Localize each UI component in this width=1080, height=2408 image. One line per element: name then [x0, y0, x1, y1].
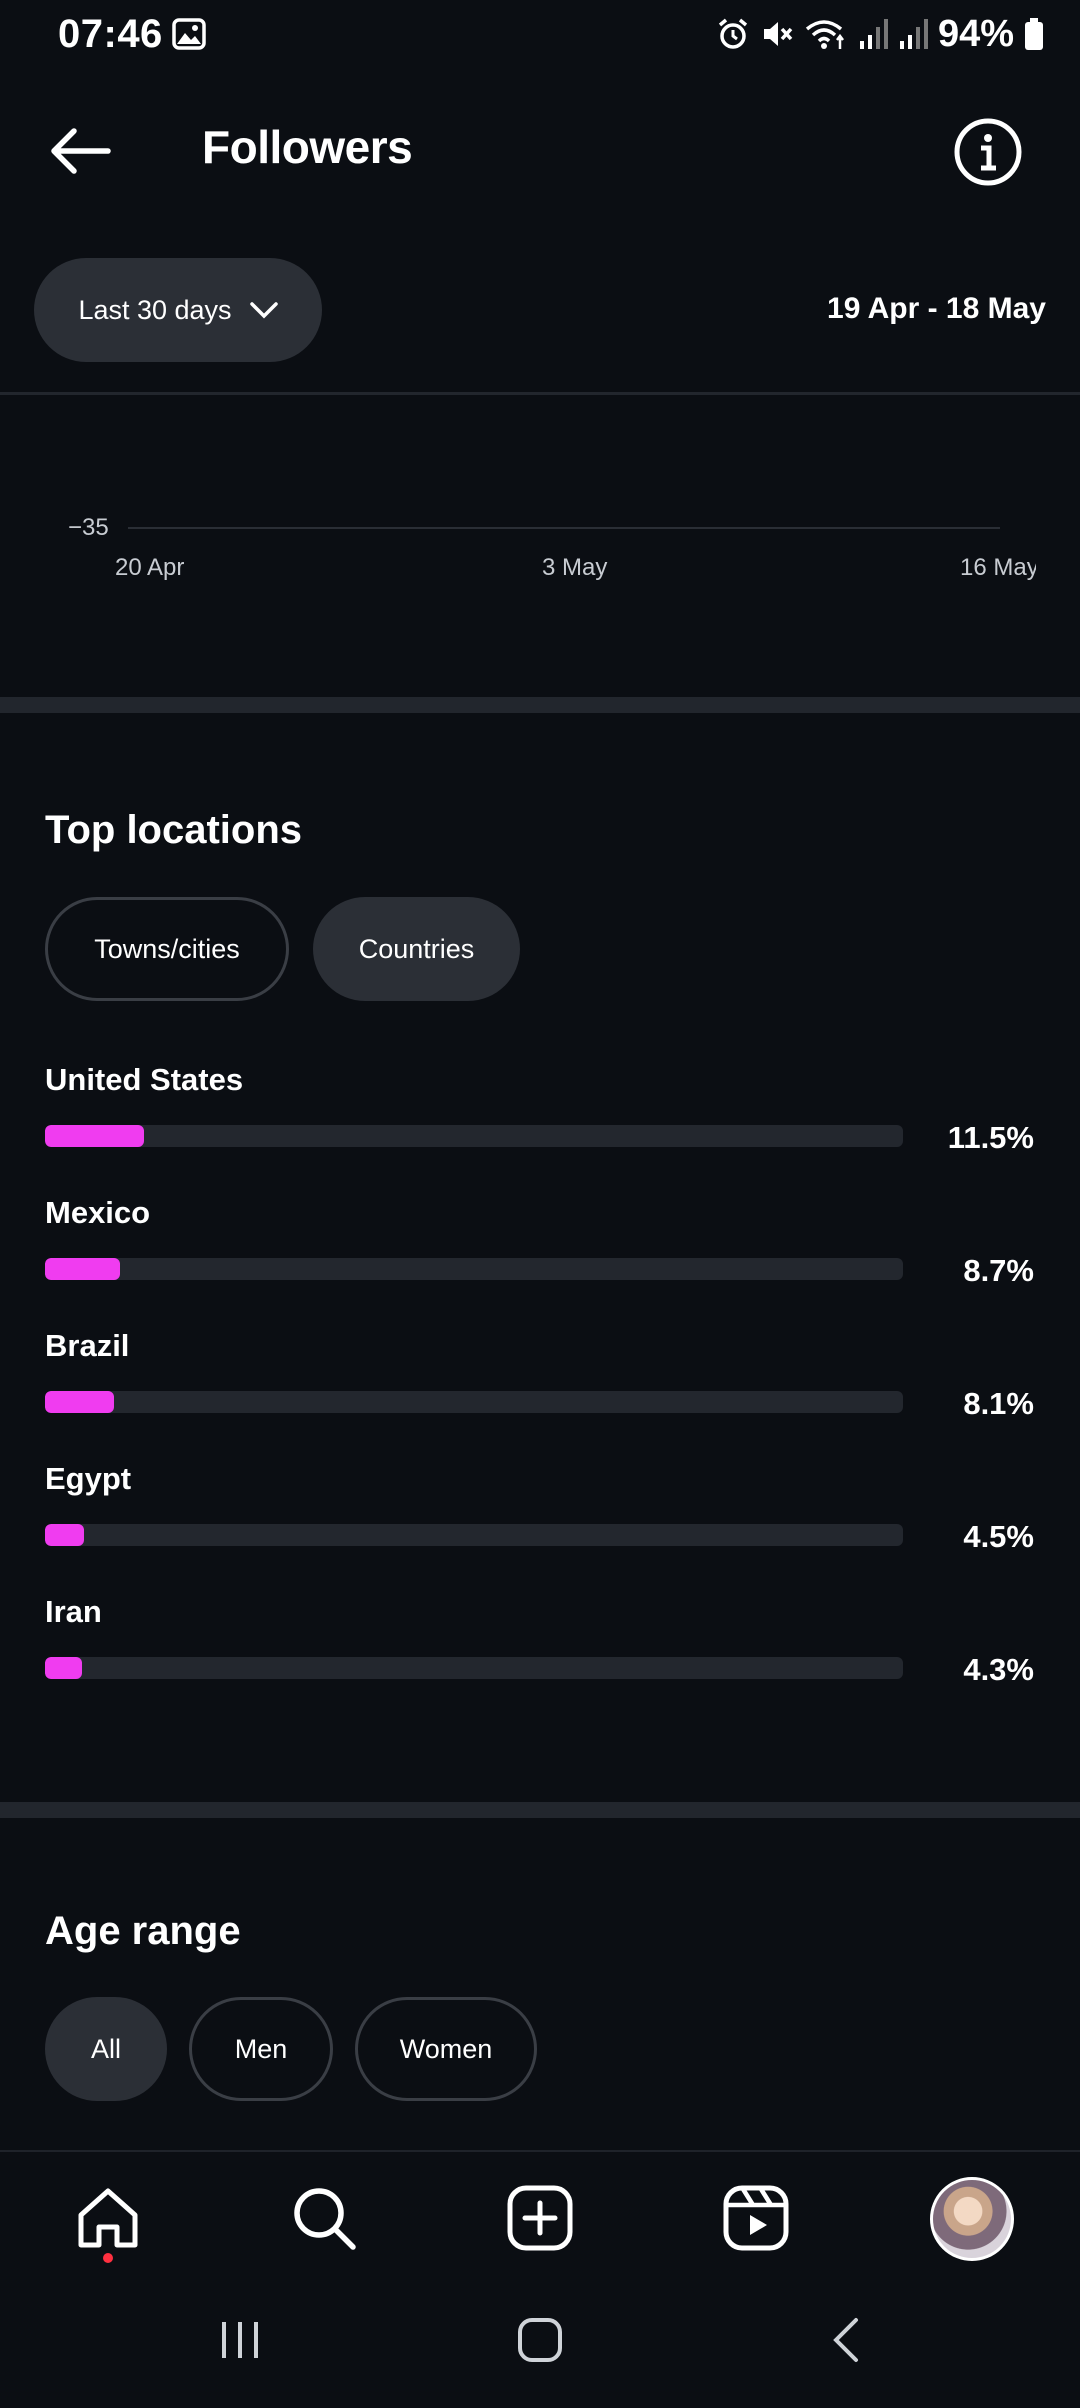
- tab-all[interactable]: All: [45, 1997, 167, 2101]
- tab-label: Countries: [358, 933, 475, 964]
- tab-label: Women: [399, 2033, 493, 2064]
- profile-avatar[interactable]: [930, 2177, 1014, 2261]
- tab-women[interactable]: Women: [355, 1997, 537, 2101]
- top-locations-title: Top locations: [45, 808, 303, 852]
- location-bar: [45, 1524, 903, 1546]
- status-icons: 94%: [716, 12, 1044, 56]
- x-tick-label: 3 May: [542, 554, 608, 581]
- location-percent: 11.5%: [947, 1120, 1034, 1155]
- notification-dot: [103, 2253, 113, 2263]
- location-name: Egypt: [45, 1461, 132, 1496]
- nav-reels[interactable]: [718, 2180, 794, 2256]
- back-arrow-icon: [51, 128, 111, 174]
- x-tick-label: 20 Apr: [115, 554, 185, 581]
- chart-gridline: [128, 527, 1000, 529]
- alarm-icon: [718, 18, 748, 49]
- home-square-icon: [518, 2318, 562, 2362]
- period-label: Last 30 days: [78, 294, 232, 325]
- status-time: 07:46: [58, 12, 163, 56]
- age-range-title: Age range: [45, 1909, 241, 1953]
- location-name: Brazil: [45, 1328, 130, 1363]
- back-system-button[interactable]: [815, 2310, 875, 2370]
- nav-search[interactable]: [286, 2180, 362, 2256]
- date-range: 19 Apr - 18 May: [827, 292, 1046, 325]
- period-dropdown[interactable]: Last 30 days: [34, 258, 322, 362]
- location-bar-fill: [45, 1657, 82, 1679]
- location-percent: 4.3%: [963, 1652, 1034, 1687]
- battery-percent: 94%: [937, 12, 1014, 55]
- section-divider: [0, 697, 1080, 713]
- y-tick-label: −35: [68, 514, 109, 541]
- tab-label: Men: [234, 2033, 288, 2064]
- back-chevron-icon: [833, 2318, 858, 2362]
- location-bar: [45, 1258, 903, 1280]
- location-percent: 8.7%: [963, 1253, 1034, 1288]
- home-system-button[interactable]: [510, 2310, 570, 2370]
- location-percent: 8.1%: [963, 1386, 1034, 1421]
- location-bar-fill: [45, 1258, 120, 1280]
- signal-icon: [859, 19, 888, 49]
- home-icon: [78, 2188, 138, 2248]
- battery-icon: [1025, 18, 1043, 50]
- location-name: Mexico: [45, 1195, 151, 1230]
- location-name: United States: [45, 1062, 244, 1097]
- x-tick-label: 16 May: [960, 554, 1036, 581]
- tab-towns-cities[interactable]: Towns/cities: [45, 897, 289, 1001]
- page-title: Followers: [202, 121, 413, 173]
- nav-home[interactable]: [70, 2180, 146, 2256]
- location-bar: [45, 1391, 903, 1413]
- info-icon[interactable]: [950, 114, 1026, 190]
- search-icon: [294, 2188, 356, 2250]
- location-bar-fill: [45, 1125, 144, 1147]
- tab-men[interactable]: Men: [189, 1997, 333, 2101]
- create-icon: [507, 2185, 573, 2251]
- section-divider: [0, 1802, 1080, 1818]
- location-bar-fill: [45, 1391, 115, 1413]
- tab-label: Towns/cities: [94, 933, 240, 964]
- location-bar-fill: [45, 1524, 84, 1546]
- wifi-icon: [805, 20, 844, 49]
- recent-apps-icon: [222, 2322, 258, 2358]
- tab-countries[interactable]: Countries: [313, 897, 520, 1001]
- tab-label: All: [90, 2033, 121, 2064]
- location-bar: [45, 1657, 903, 1679]
- image-icon: [172, 18, 206, 50]
- signal-icon: [899, 19, 928, 49]
- divider: [0, 392, 1080, 395]
- location-bar: [45, 1125, 903, 1147]
- chevron-down-icon: [249, 302, 278, 319]
- mute-icon: [763, 22, 793, 46]
- back-button[interactable]: [40, 116, 120, 186]
- recent-apps-button[interactable]: [210, 2310, 270, 2370]
- nav-create[interactable]: [502, 2180, 578, 2256]
- location-percent: 4.5%: [963, 1519, 1034, 1554]
- location-name: Iran: [45, 1594, 102, 1629]
- reels-icon: [723, 2185, 789, 2251]
